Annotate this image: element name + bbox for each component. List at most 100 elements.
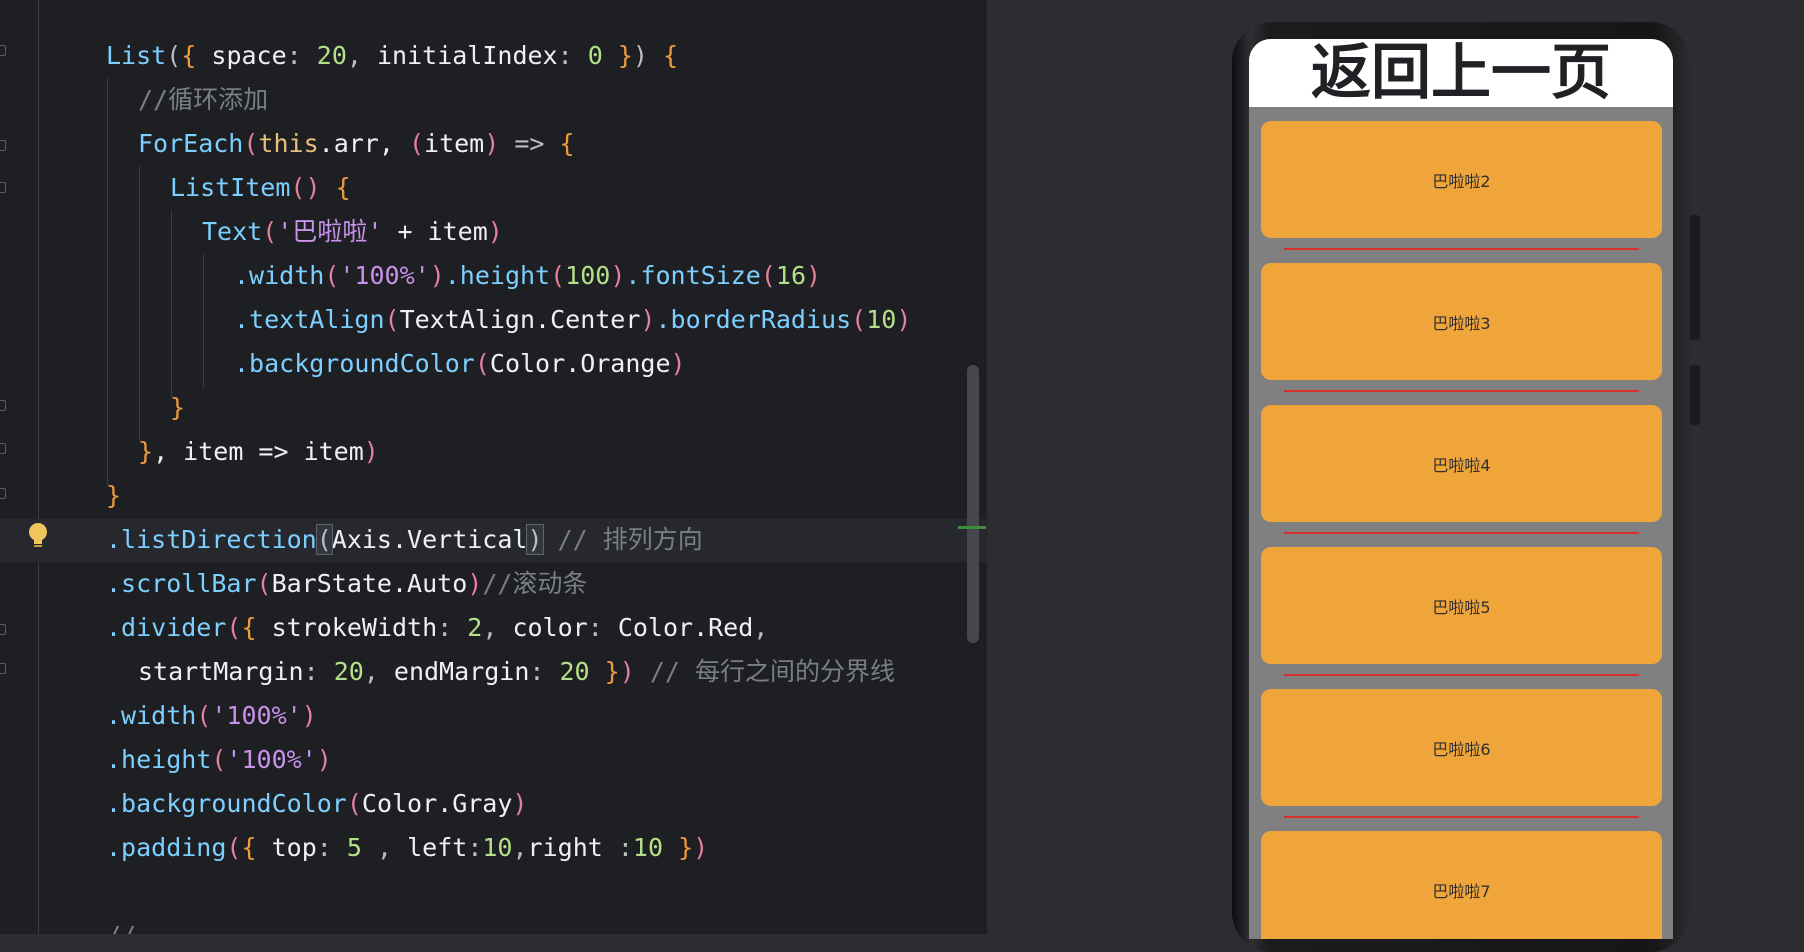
code-token: top (256, 833, 317, 862)
code-token: + item (382, 217, 488, 246)
code-token: ( (760, 261, 776, 290)
code-token: ) (526, 524, 544, 555)
code-token: ( (474, 349, 490, 378)
list-item[interactable]: 巴啦啦6 (1261, 689, 1662, 806)
code-line[interactable]: // (106, 914, 136, 934)
fold-marker-icon[interactable] (0, 488, 7, 501)
code-line[interactable]: List({ space: 20, initialIndex: 0 }) { (106, 34, 678, 78)
code-token: .Vertical (392, 525, 528, 554)
editor-scrollbar[interactable] (967, 365, 979, 643)
code-token: ) (632, 41, 648, 70)
code-token: ( (315, 524, 333, 555)
device-side-button (1690, 365, 1700, 425)
code-line[interactable]: .listDirection(Axis.Vertical) // 排列方向 (106, 518, 703, 562)
indent-guide (171, 210, 172, 398)
code-token: endMargin (393, 657, 530, 686)
code-token: : (316, 833, 347, 862)
code-token: //循环添加 (138, 85, 269, 114)
code-line[interactable]: Text('巴啦啦' + item) (202, 210, 503, 254)
fold-marker-icon[interactable] (0, 663, 7, 676)
code-token: } (602, 41, 633, 70)
code-line[interactable]: .textAlign(TextAlign.Center).borderRadiu… (234, 298, 911, 342)
code-token: 10 (866, 305, 897, 334)
code-token: .divider (106, 613, 227, 642)
code-line[interactable]: }, item => item) (138, 430, 379, 474)
code-token: List (106, 41, 167, 70)
code-token: .height (106, 745, 212, 774)
code-token: ( (324, 261, 340, 290)
code-token: strokeWidth (256, 613, 438, 642)
code-token: : (286, 41, 317, 70)
code-token: 20 (559, 657, 590, 686)
list-item[interactable]: 巴啦啦3 (1261, 263, 1662, 380)
code-token: ) (484, 129, 500, 158)
code-line[interactable]: .padding({ top: 5 , left:10,right :10 }) (106, 826, 708, 870)
code-token: //滚动条 (482, 569, 588, 598)
fold-marker-icon[interactable] (0, 443, 7, 456)
code-line[interactable]: .width('100%') (106, 694, 317, 738)
code-token: 20 (316, 41, 347, 70)
code-token: () (290, 173, 321, 202)
fold-marker-icon[interactable] (0, 140, 7, 153)
code-token: 100 (565, 261, 611, 290)
code-token: ( (256, 569, 272, 598)
list-item[interactable]: 巴啦啦2 (1261, 121, 1662, 238)
code-token: } (663, 833, 694, 862)
code-token: 5 (346, 833, 362, 862)
code-line[interactable]: .scrollBar(BarState.Auto)//滚动条 (106, 562, 587, 606)
code-token: { (647, 41, 679, 70)
code-line[interactable]: } (106, 474, 121, 518)
code-token: } (170, 393, 186, 422)
change-marker (958, 526, 986, 529)
fold-marker-icon[interactable] (0, 400, 7, 413)
code-token: .Orange (565, 349, 671, 378)
code-token: left (407, 833, 468, 862)
code-line[interactable]: } (170, 386, 185, 430)
indent-guide (139, 166, 140, 442)
list-item[interactable]: 巴啦啦5 (1261, 547, 1662, 664)
code-editor[interactable]: List({ space: 20, initialIndex: 0 }) { /… (0, 0, 987, 934)
code-line[interactable]: startMargin: 20, endMargin: 20 }) // 每行之… (138, 650, 895, 694)
code-token: ( (211, 745, 227, 774)
back-title[interactable]: 返回上一页 (1249, 39, 1673, 113)
list-item[interactable]: 巴啦啦7 (1261, 831, 1662, 939)
code-token: ) (693, 833, 709, 862)
code-line[interactable]: .height('100%') (106, 738, 332, 782)
code-line[interactable]: .width('100%').height(100).fontSize(16) (234, 254, 821, 298)
code-line[interactable]: //循环添加 (138, 78, 268, 122)
code-line[interactable]: ListItem() { (170, 166, 351, 210)
list-divider (1284, 674, 1639, 676)
list-item[interactable]: 巴啦啦4 (1261, 405, 1662, 522)
code-token: Color (489, 349, 566, 378)
code-token: .textAlign (234, 305, 385, 334)
code-token: '100%' (339, 261, 430, 290)
code-token: Axis (331, 525, 392, 554)
code-token: , (512, 833, 528, 862)
code-token: .width (234, 261, 325, 290)
gutter-separator (38, 0, 39, 934)
code-token: ) (896, 305, 912, 334)
code-token: ) (363, 437, 379, 466)
fold-marker-icon[interactable] (0, 45, 7, 58)
lightbulb-icon[interactable] (25, 521, 51, 551)
code-token: : (529, 657, 560, 686)
code-token: ) (429, 261, 445, 290)
code-token: // (106, 921, 136, 934)
code-line[interactable]: .backgroundColor(Color.Orange) (234, 342, 686, 386)
code-token: // 每行之间的分界线 (634, 657, 895, 686)
code-token: { (559, 129, 575, 158)
code-line[interactable]: ForEach(this.arr, (item) => { (138, 122, 575, 166)
code-token: .listDirection (106, 525, 317, 554)
code-token: , (482, 613, 513, 642)
code-token: .width (106, 701, 197, 730)
code-token: Color.Red (617, 613, 754, 642)
code-token: , item => item (153, 437, 364, 466)
code-token: ( (550, 261, 566, 290)
code-token: ( (346, 789, 362, 818)
code-line[interactable]: .divider({ strokeWidth: 2, color: Color.… (106, 606, 768, 650)
code-token: ForEach (138, 129, 244, 158)
fold-marker-icon[interactable] (0, 624, 7, 637)
code-line[interactable]: .backgroundColor(Color.Gray) (106, 782, 527, 826)
fold-marker-icon[interactable] (0, 182, 7, 195)
code-token: 2 (467, 613, 483, 642)
